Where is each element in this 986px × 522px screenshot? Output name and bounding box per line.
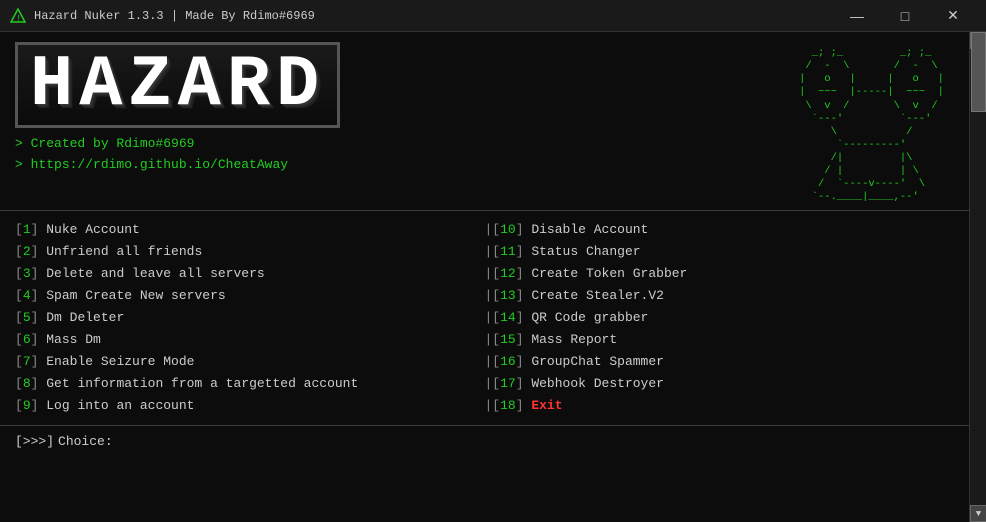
menu-item-5: [5] Dm Deleter bbox=[15, 307, 485, 329]
title-bar: ! Hazard Nuker 1.3.3 | Made By Rdimo#696… bbox=[0, 0, 986, 32]
menu-item-3: [3] Delete and leave all servers bbox=[15, 263, 485, 285]
menu-right-column: |[10] Disable Account |[11] Status Chang… bbox=[485, 219, 955, 418]
ascii-snake-art: _; ;_ _; ;_ / - \ / - \ | o | | o | | ~~… bbox=[799, 47, 944, 205]
minimize-button[interactable]: — bbox=[834, 0, 880, 32]
left-header: HAZARD Created by Rdimo#6969 https://rdi… bbox=[15, 42, 340, 176]
choice-input[interactable] bbox=[113, 434, 954, 449]
created-by: Created by Rdimo#6969 https://rdimo.gith… bbox=[15, 134, 340, 176]
menu-item-8: [8] Get information from a targetted acc… bbox=[15, 373, 485, 395]
hazard-logo: HAZARD bbox=[15, 42, 340, 128]
menu-item-6: [6] Mass Dm bbox=[15, 329, 485, 351]
menu-grid: [1] Nuke Account [2] Unfriend all friend… bbox=[15, 219, 954, 418]
menu-item-16: |[16] GroupChat Spammer bbox=[485, 351, 955, 373]
menu-item-9: [9] Log into an account bbox=[15, 395, 485, 417]
window-controls: — □ ✕ bbox=[834, 0, 976, 32]
menu-item-14: |[14] QR Code grabber bbox=[485, 307, 955, 329]
scrollbar-arrow-down[interactable]: ▼ bbox=[970, 505, 986, 522]
menu-item-13: |[13] Create Stealer.V2 bbox=[485, 285, 955, 307]
close-button[interactable]: ✕ bbox=[930, 0, 976, 32]
menu-item-4: [4] Spam Create New servers bbox=[15, 285, 485, 307]
main-content: HAZARD Created by Rdimo#6969 https://rdi… bbox=[0, 32, 986, 522]
menu-item-10: |[10] Disable Account bbox=[485, 219, 955, 241]
scrollbar-thumb[interactable] bbox=[971, 32, 986, 112]
created-by-line1: Created by Rdimo#6969 bbox=[15, 134, 340, 155]
menu-item-12: |[12] Create Token Grabber bbox=[485, 263, 955, 285]
menu-item-2: [2] Unfriend all friends bbox=[15, 241, 485, 263]
title-bar-text: Hazard Nuker 1.3.3 | Made By Rdimo#6969 bbox=[34, 9, 834, 23]
menu-item-11: |[11] Status Changer bbox=[485, 241, 955, 263]
input-section: [>>>] Choice: bbox=[0, 426, 969, 457]
header-section: HAZARD Created by Rdimo#6969 https://rdi… bbox=[0, 32, 969, 211]
created-by-line2: https://rdimo.github.io/CheatAway bbox=[15, 155, 340, 176]
menu-item-7: [7] Enable Seizure Mode bbox=[15, 351, 485, 373]
menu-item-1: [1] Nuke Account bbox=[15, 219, 485, 241]
menu-section: [1] Nuke Account [2] Unfriend all friend… bbox=[0, 211, 969, 427]
scrollbar[interactable]: ▲ ▼ bbox=[969, 32, 986, 522]
maximize-button[interactable]: □ bbox=[882, 0, 928, 32]
svg-text:!: ! bbox=[16, 14, 21, 24]
input-label: Choice: bbox=[58, 434, 113, 449]
terminal-area: HAZARD Created by Rdimo#6969 https://rdi… bbox=[0, 32, 969, 522]
input-prompt: [>>>] bbox=[15, 434, 54, 449]
menu-item-15: |[15] Mass Report bbox=[485, 329, 955, 351]
app-icon: ! bbox=[10, 8, 26, 24]
input-line: [>>>] Choice: bbox=[15, 434, 954, 449]
menu-item-17: |[17] Webhook Destroyer bbox=[485, 373, 955, 395]
menu-item-18: |[18] Exit bbox=[485, 395, 955, 417]
menu-left-column: [1] Nuke Account [2] Unfriend all friend… bbox=[15, 219, 485, 418]
